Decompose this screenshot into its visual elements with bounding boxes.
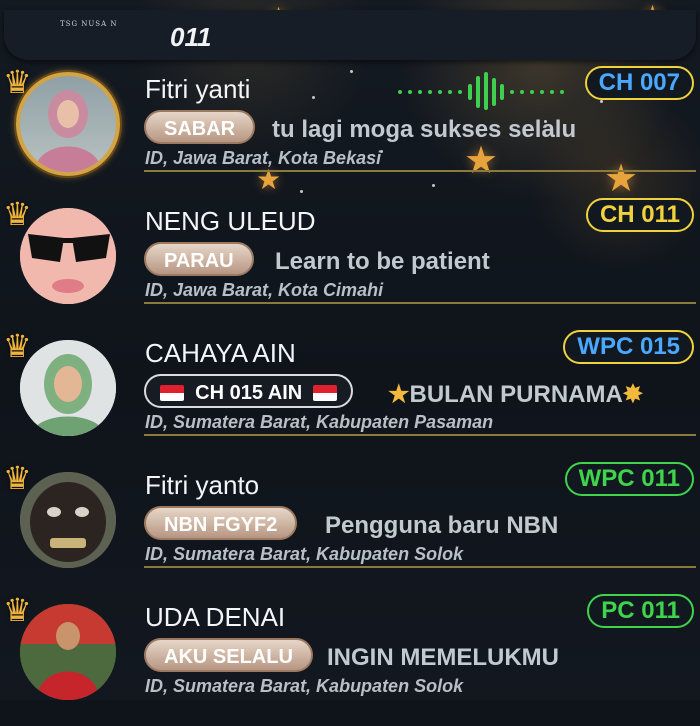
user-row[interactable]: ♛ Fitri yanti CH 007 SABAR tu lagi moga … [0,66,700,198]
avatar[interactable] [16,72,120,176]
row-divider [144,434,696,436]
row-divider [144,566,696,568]
user-row[interactable]: ♛ CAHAYA AIN WPC 015 CH 015 AIN ★BULAN P… [0,330,700,462]
crown-icon: ♛ [3,196,32,232]
user-name[interactable]: UDA DENAI [145,602,285,633]
user-name[interactable]: CAHAYA AIN [145,338,296,369]
channel-badge[interactable]: CH 011 [585,198,694,232]
voice-activity-icon [398,72,564,110]
avatar[interactable] [20,208,116,304]
avatar[interactable] [20,604,116,700]
channel-number: 011 [170,22,212,52]
user-location: ID, Sumatera Barat, Kabupaten Solok [145,544,464,564]
user-name[interactable]: Fitri yanti [145,74,250,105]
star-icon: ★ [388,381,410,408]
user-row[interactable]: ♛ NENG ULEUD CH 011 PARAU Learn to be pa… [0,198,700,330]
avatar[interactable] [20,472,116,568]
indonesia-flag-icon [313,385,338,401]
sparkle-star-icon: ✸ [622,381,643,408]
user-tag-text: CH 015 AIN [195,382,303,404]
status-message: Learn to be patient [275,248,490,275]
channel-badge[interactable]: WPC 011 [564,462,694,496]
user-tag-pill: CH 015 AIN [144,374,354,408]
user-name[interactable]: NENG ULEUD [145,206,315,237]
user-name[interactable]: Fitri yanto [145,470,259,501]
crown-icon: ♛ [3,592,32,628]
avatar[interactable] [20,340,116,436]
user-location: ID, Sumatera Barat, Kabupaten Solok [145,676,464,696]
row-divider [144,302,696,304]
user-tag-pill: NBN FGYF2 [144,506,298,540]
indonesia-flag-icon [160,385,184,401]
status-message: Pengguna baru NBN [325,512,559,539]
app-logo-text: TSG NUSA N [60,20,118,28]
user-location: ID, Sumatera Barat, Kabupaten Pasaman [145,412,494,432]
status-message-row: ★BULAN PURNAMA✸ [388,380,643,409]
row-divider [144,170,696,172]
user-location: ID, Jawa Barat, Kota Cimahi [145,280,384,300]
user-tag-pill: PARAU [144,242,254,276]
user-tag-pill: SABAR [144,110,256,144]
status-message: tu lagi moga sukses selalu [272,116,577,143]
user-location: ID, Jawa Barat, Kota Bekasi [145,148,382,168]
user-tag-pill: AKU SELALU [144,638,313,672]
status-message: INGIN MEMELUKMU [327,644,559,671]
user-row[interactable]: ♛ Fitri yanto WPC 011 NBN FGYF2 Pengguna… [0,462,700,594]
channel-header: TSG NUSA N 011 [4,10,696,60]
crown-icon: ♛ [3,460,32,496]
crown-icon: ♛ [3,328,32,364]
status-message: BULAN PURNAMA [409,381,623,408]
channel-badge[interactable]: PC 011 [587,594,694,628]
user-row[interactable]: ♛ UDA DENAI PC 011 AKU SELALU INGIN MEME… [0,594,700,726]
channel-badge[interactable]: WPC 015 [563,330,694,364]
channel-badge[interactable]: CH 007 [584,66,694,100]
